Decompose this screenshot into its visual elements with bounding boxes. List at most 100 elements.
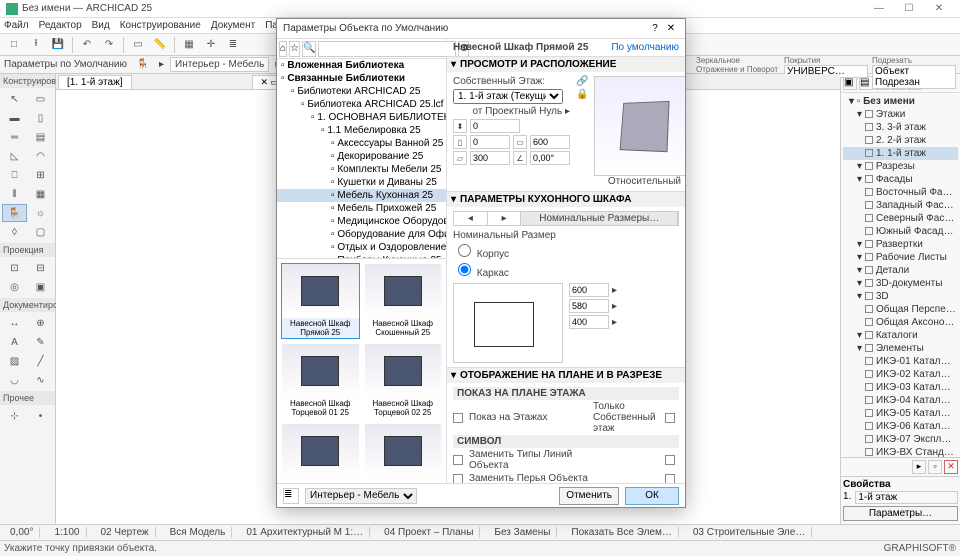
library-tree-item[interactable]: ▫ Связанные Библиотеки <box>277 72 446 85</box>
section-tool[interactable]: ⊡ <box>2 259 27 277</box>
radio-body[interactable]: Корпус <box>453 249 509 260</box>
undo-icon[interactable]: ↶ <box>77 36 97 54</box>
library-thumbnail[interactable] <box>364 423 443 481</box>
line-tool[interactable]: ╱ <box>28 352 53 370</box>
library-tree-item[interactable]: ▫ Мебель Прихожей 25 <box>277 202 446 215</box>
roof-tool[interactable]: ◺ <box>2 147 27 165</box>
menu-view[interactable]: Вид <box>92 20 110 31</box>
param-next-tab[interactable]: ▸ <box>488 212 522 225</box>
plan-row[interactable]: Показ на ЭтажахТолько Собственный этаж <box>453 400 679 435</box>
dimension-tool[interactable]: ↔ <box>2 314 27 332</box>
morph-tool[interactable]: ◊ <box>2 223 27 241</box>
section-plan-header[interactable]: ОТОБРАЖЕНИЕ НА ПЛАНЕ И В РАЗРЕЗЕ <box>460 370 662 381</box>
footer-layer-select[interactable]: Интерьер - Мебель <box>305 488 417 504</box>
tree-item[interactable]: 2. 2-й этаж <box>843 134 958 147</box>
library-tree-item[interactable]: ▫ 1.1 Мебелировка 25 <box>277 124 446 137</box>
maximize-button[interactable]: ☐ <box>894 3 924 14</box>
tree-item[interactable]: ИКЭ-04 Каталог Окон <box>843 394 958 407</box>
tree-group[interactable]: ▾ Развертки <box>843 238 958 251</box>
project-slot[interactable]: 04 Проект – Планы <box>378 527 480 538</box>
preview-3d[interactable] <box>594 76 685 176</box>
library-tree-item[interactable]: ▫ Декорирование 25 <box>277 150 446 163</box>
tree-group[interactable]: ▾ Этажи <box>843 108 958 121</box>
home-icon[interactable]: ⌂ <box>279 41 287 57</box>
link-icon[interactable]: 🔗 <box>576 76 588 87</box>
dim-d-input[interactable] <box>569 315 609 329</box>
layers-icon[interactable]: ≣ <box>223 36 243 54</box>
penset-slot[interactable]: 02 Чертеж <box>95 527 156 538</box>
lock-icon[interactable]: 🔒 <box>576 89 588 100</box>
tree-group[interactable]: ▾ 3D-документы <box>843 277 958 290</box>
slab-tool[interactable]: ▤ <box>28 128 53 146</box>
measure-icon[interactable]: 📏 <box>150 36 170 54</box>
layer-field[interactable]: Интерьер - Мебель <box>170 57 269 72</box>
tree-group[interactable]: ▾ Детали <box>843 264 958 277</box>
tree-item[interactable]: ИКЭ-01 Каталог Стен <box>843 355 958 368</box>
tree-item[interactable]: Общая Аксонометрия <box>843 316 958 329</box>
library-thumbnail[interactable]: Навесной Шкаф Прямой 25 <box>281 263 360 339</box>
library-tree-item[interactable]: ▫ Библиотека ARCHICAD 25.lcf <box>277 98 446 111</box>
hotspot-tool[interactable]: • <box>28 407 53 425</box>
stair-tool[interactable]: ⦀ <box>2 185 27 203</box>
library-tree-item[interactable]: ▫ Комплекты Мебели 25 <box>277 163 446 176</box>
library-tree-item[interactable]: ▫ Мебель Кухонная 25 <box>277 189 446 202</box>
scale-slot[interactable]: 1:100 <box>48 527 86 538</box>
tree-group[interactable]: ▾ Рабочие Листы <box>843 251 958 264</box>
tree-item[interactable]: 3. 3-й этаж <box>843 121 958 134</box>
arrow-tool[interactable]: ↖ <box>2 90 27 108</box>
new-icon[interactable]: □ <box>4 36 24 54</box>
tree-group[interactable]: ▾ Каталоги <box>843 329 958 342</box>
polyline-tool[interactable]: ∿ <box>28 371 53 389</box>
tree-item[interactable]: 1. 1-й этаж <box>843 147 958 160</box>
library-tree-item[interactable]: ▫ Оборудование для Офиса 25 <box>277 228 446 241</box>
library-thumbnail[interactable]: Навесной Шкаф Скошенный 25 <box>364 263 443 339</box>
tree-group[interactable]: ▾ Элементы <box>843 342 958 355</box>
favorite-icon[interactable]: ☆ <box>289 41 300 57</box>
default-link[interactable]: По умолчанию <box>611 42 679 53</box>
plan-row[interactable]: Заменить Перья Объекта <box>453 472 679 483</box>
menu-edit[interactable]: Редактор <box>39 20 82 31</box>
menu-document[interactable]: Документ <box>211 20 255 31</box>
marquee-tool[interactable]: ▭ <box>28 90 53 108</box>
lamp-tool[interactable]: ☼ <box>28 204 53 222</box>
search-icon[interactable]: 🔍 <box>302 41 316 57</box>
library-tree[interactable]: ▫ Вложенная Библиотека▫ Связанные Библио… <box>277 59 446 259</box>
properties-button[interactable]: Параметры… <box>843 506 958 521</box>
crop-field[interactable]: Объект Подрезан <box>872 65 956 89</box>
plan-row[interactable]: Заменить Типы Линий Объекта <box>453 448 679 472</box>
zone-tool[interactable]: ▢ <box>28 223 53 241</box>
menu-file[interactable]: Файл <box>4 20 29 31</box>
snap-icon[interactable]: ✛ <box>201 36 221 54</box>
menu-design[interactable]: Конструирование <box>120 20 201 31</box>
save-icon[interactable]: 💾 <box>48 36 68 54</box>
layer-icon[interactable]: ≣ <box>283 488 299 504</box>
tab-plan[interactable]: [1. 1-й этаж] <box>58 75 132 89</box>
cancel-button[interactable]: Отменить <box>559 487 619 505</box>
wall-tool[interactable]: ▬ <box>2 109 27 127</box>
h-input[interactable] <box>470 135 510 149</box>
library-thumbnail[interactable]: Навесной Шкаф Торцевой 01 25 <box>281 343 360 419</box>
library-tree-item[interactable]: ▫ Медицинское Оборудование 25 <box>277 215 446 228</box>
d-input[interactable] <box>470 151 510 165</box>
nav-view-icon[interactable]: ▤ <box>859 76 873 90</box>
navigator-tree[interactable]: ▾ ▫ Без имени▾ Этажи3. 3-й этаж2. 2-й эт… <box>841 93 960 457</box>
text-tool[interactable]: A <box>2 333 27 351</box>
tree-item[interactable]: ИКЭ-05 Каталог Объектов <box>843 407 958 420</box>
nav-new-button[interactable]: ▸ <box>912 460 926 474</box>
tree-item[interactable]: ИКЭ-07 Экспликация 1-й этаж <box>843 433 958 446</box>
tree-group[interactable]: ▾ Фасады <box>843 173 958 186</box>
grid-icon[interactable]: ▦ <box>179 36 199 54</box>
library-search-input[interactable] <box>318 41 456 57</box>
tree-item[interactable]: ИКЭ-03 Каталог Дверей <box>843 381 958 394</box>
library-tree-item[interactable]: ▫ Кушетки и Диваны 25 <box>277 176 446 189</box>
library-tree-item[interactable]: ▫ Вложенная Библиотека <box>277 59 446 72</box>
model-slot[interactable]: Вся Модель <box>164 527 233 538</box>
radio-frame[interactable]: Каркас <box>453 268 509 279</box>
library-tree-item[interactable]: ▫ Отдых и Оздоровление 25 <box>277 241 446 254</box>
arch-slot[interactable]: 01 Архитектурный М 1:… <box>240 527 370 538</box>
tree-item[interactable]: Восточный Фасад (Автоматически П <box>843 186 958 199</box>
own-story-select[interactable]: 1. 1-й этаж (Текущий) <box>453 89 563 104</box>
chair-icon[interactable]: 🪑 <box>133 56 153 74</box>
worksheet-tool[interactable]: ▣ <box>28 278 53 296</box>
label-tool[interactable]: ✎ <box>28 333 53 351</box>
